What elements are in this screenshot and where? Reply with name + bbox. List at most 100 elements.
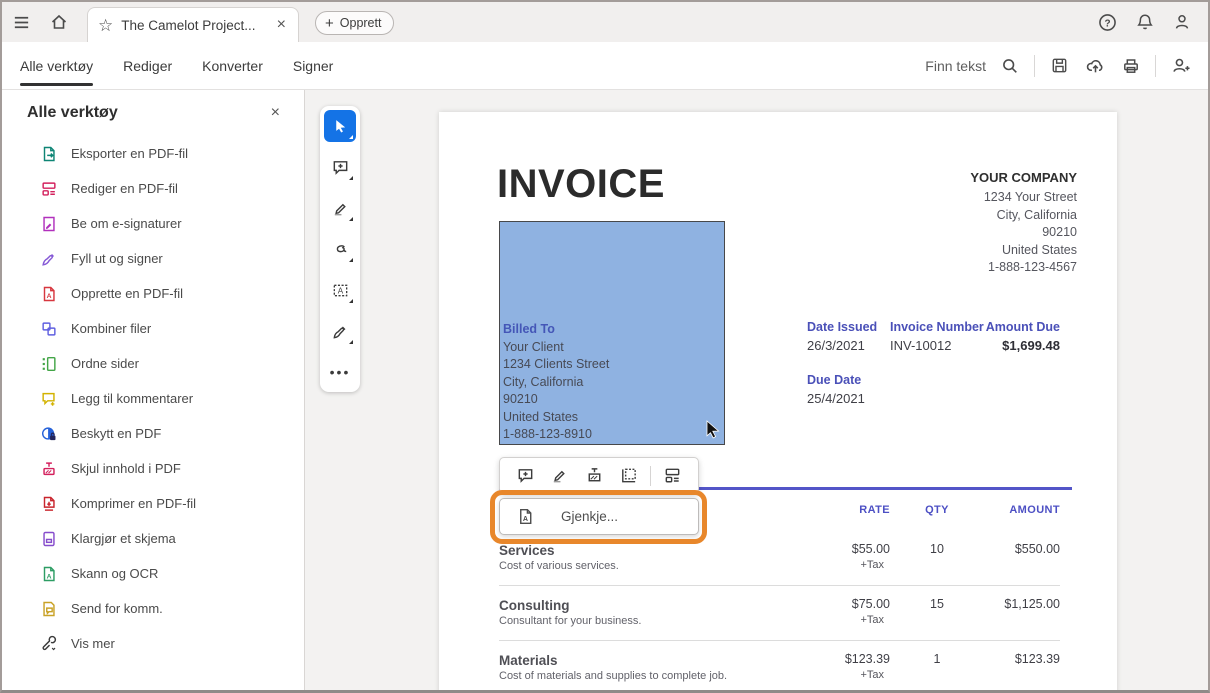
- edit-pdf-icon: [40, 180, 58, 198]
- quick-tools-bar: A •••: [320, 106, 360, 392]
- sidebar-item-create-pdf[interactable]: A Opprette en PDF-fil: [2, 276, 304, 311]
- recognize-text-label: Gjenkje...: [561, 509, 619, 524]
- home-icon[interactable]: [40, 2, 78, 42]
- highlight-icon[interactable]: [547, 463, 573, 489]
- add-comments-icon: [40, 390, 58, 408]
- redact-pdf-icon: [40, 460, 58, 478]
- create-button[interactable]: + Opprett: [315, 11, 395, 35]
- favorite-star-icon[interactable]: ☆: [98, 17, 113, 34]
- amount-due-field: Amount Due $1,699.48: [985, 320, 1060, 353]
- tab-signer[interactable]: Signer: [293, 42, 333, 89]
- help-icon[interactable]: ?: [1089, 2, 1126, 42]
- svg-text:A: A: [337, 286, 343, 295]
- table-row: Services Cost of various services. $55.0…: [499, 542, 1060, 572]
- sidebar-item-fill-sign[interactable]: Fyll ut og signer: [2, 241, 304, 276]
- request-esign-icon: [40, 215, 58, 233]
- svg-text:A: A: [47, 293, 52, 300]
- svg-text:A: A: [47, 573, 52, 580]
- tab-rediger[interactable]: Rediger: [123, 42, 172, 89]
- selection-context-toolbar: [499, 457, 699, 494]
- top-bar: ☆ The Camelot Project... × + Opprett ?: [2, 2, 1208, 42]
- sidebar-item-organize-pages[interactable]: Ordne sider: [2, 346, 304, 381]
- compress-pdf-icon: [40, 495, 58, 513]
- document-canvas: A ••• INVOICE YOUR COMPANY 1234 Your Str…: [305, 90, 1208, 690]
- company-block: YOUR COMPANY 1234 Your Street City, Cali…: [970, 170, 1077, 274]
- sidebar-item-scan-ocr[interactable]: A Skann og OCR: [2, 556, 304, 591]
- search-icon[interactable]: [992, 48, 1028, 84]
- add-text-tool[interactable]: A: [324, 274, 356, 306]
- invoice-title: INVOICE: [497, 162, 665, 206]
- add-person-icon[interactable]: [1162, 48, 1198, 84]
- table-row: Materials Cost of materials and supplies…: [499, 652, 1060, 682]
- close-panel-icon[interactable]: ×: [271, 104, 280, 122]
- cloud-upload-icon[interactable]: [1077, 48, 1113, 84]
- crop-icon[interactable]: [616, 463, 642, 489]
- more-tools[interactable]: •••: [324, 356, 356, 388]
- tab-alle-verktoy[interactable]: Alle verktøy: [20, 42, 94, 89]
- invoice-number-field: Invoice Number INV-10012: [890, 320, 984, 353]
- redact-icon[interactable]: [581, 463, 607, 489]
- divider: [650, 465, 652, 486]
- sidebar-item-send-comments[interactable]: Send for komm.: [2, 591, 304, 626]
- company-name: YOUR COMPANY: [970, 170, 1077, 185]
- svg-text:A: A: [523, 515, 528, 523]
- mouse-cursor: [705, 420, 721, 439]
- sidebar-item-add-comments[interactable]: Legg til kommentarer: [2, 381, 304, 416]
- save-icon[interactable]: [1041, 48, 1077, 84]
- edit-pdf-icon[interactable]: [660, 463, 686, 489]
- combine-files-icon: [40, 320, 58, 338]
- send-comments-icon: [40, 600, 58, 618]
- plus-icon: +: [325, 14, 334, 32]
- prepare-form-icon: [40, 530, 58, 548]
- add-comment-tool[interactable]: [324, 151, 356, 183]
- ocr-document-icon: A: [516, 507, 535, 526]
- close-tab-icon[interactable]: ×: [275, 16, 288, 34]
- pdf-page: INVOICE YOUR COMPANY 1234 Your Street Ci…: [439, 112, 1117, 690]
- row-divider: [499, 585, 1060, 586]
- tab-konverter[interactable]: Konverter: [202, 42, 263, 89]
- organize-pages-icon: [40, 355, 58, 373]
- all-tools-panel-title: Alle verktøy: [27, 104, 118, 121]
- create-pdf-icon: A: [40, 285, 58, 303]
- sidebar-item-redact-pdf[interactable]: Skjul innhold i PDF: [2, 451, 304, 486]
- sidebar-item-show-more[interactable]: Vis mer: [2, 626, 304, 661]
- sidebar-item-request-esign[interactable]: Be om e-signaturer: [2, 206, 304, 241]
- scan-ocr-icon: A: [40, 565, 58, 583]
- qty-header: QTY: [925, 504, 949, 516]
- protect-pdf-icon: [40, 425, 58, 443]
- sidebar-item-export-pdf[interactable]: Eksporter en PDF-fil: [2, 136, 304, 171]
- select-tool[interactable]: [324, 110, 356, 142]
- date-issued-field: Date Issued 26/3/2021: [807, 320, 878, 353]
- document-tab[interactable]: ☆ The Camelot Project... ×: [87, 7, 299, 42]
- rate-header: RATE: [859, 504, 890, 516]
- divider: [1034, 54, 1035, 77]
- notifications-bell-icon[interactable]: [1126, 2, 1163, 42]
- sidebar-item-prepare-form[interactable]: Klargjør et skjema: [2, 521, 304, 556]
- find-text-label[interactable]: Finn tekst: [925, 58, 986, 74]
- tools-menu-bar: Alle verktøy Rediger Konverter Signer Fi…: [2, 42, 1208, 90]
- divider: [1155, 54, 1156, 77]
- area-selection[interactable]: Billed To Your Client 1234 Clients Stree…: [499, 221, 725, 445]
- sign-tool[interactable]: [324, 315, 356, 347]
- export-pdf-icon: [40, 145, 58, 163]
- due-date-field: Due Date 25/4/2021: [807, 373, 865, 406]
- recognize-text-menu-item[interactable]: A Gjenkje...: [499, 498, 699, 535]
- highlight-tool[interactable]: [324, 192, 356, 224]
- amount-header: AMOUNT: [1009, 504, 1060, 516]
- print-icon[interactable]: [1113, 48, 1149, 84]
- table-row: Consulting Consultant for your business.…: [499, 597, 1060, 627]
- draw-tool[interactable]: [324, 233, 356, 265]
- show-more-icon: [40, 635, 58, 653]
- sidebar-item-edit-pdf[interactable]: Rediger en PDF-fil: [2, 171, 304, 206]
- sidebar-item-combine-files[interactable]: Kombiner filer: [2, 311, 304, 346]
- acrobat-window: ☆ The Camelot Project... × + Opprett ? A…: [0, 0, 1210, 693]
- hamburger-menu-icon[interactable]: [2, 2, 40, 42]
- fill-sign-icon: [40, 250, 58, 268]
- document-tab-title: The Camelot Project...: [121, 17, 256, 33]
- sidebar-item-protect-pdf[interactable]: Beskytt en PDF: [2, 416, 304, 451]
- all-tools-panel: Alle verktøy × Eksporter en PDF-fil Redi…: [2, 90, 305, 690]
- add-comment-icon[interactable]: [512, 463, 538, 489]
- billed-to-label: Billed To: [503, 322, 555, 336]
- account-person-icon[interactable]: [1163, 2, 1200, 42]
- sidebar-item-compress-pdf[interactable]: Komprimer en PDF-fil: [2, 486, 304, 521]
